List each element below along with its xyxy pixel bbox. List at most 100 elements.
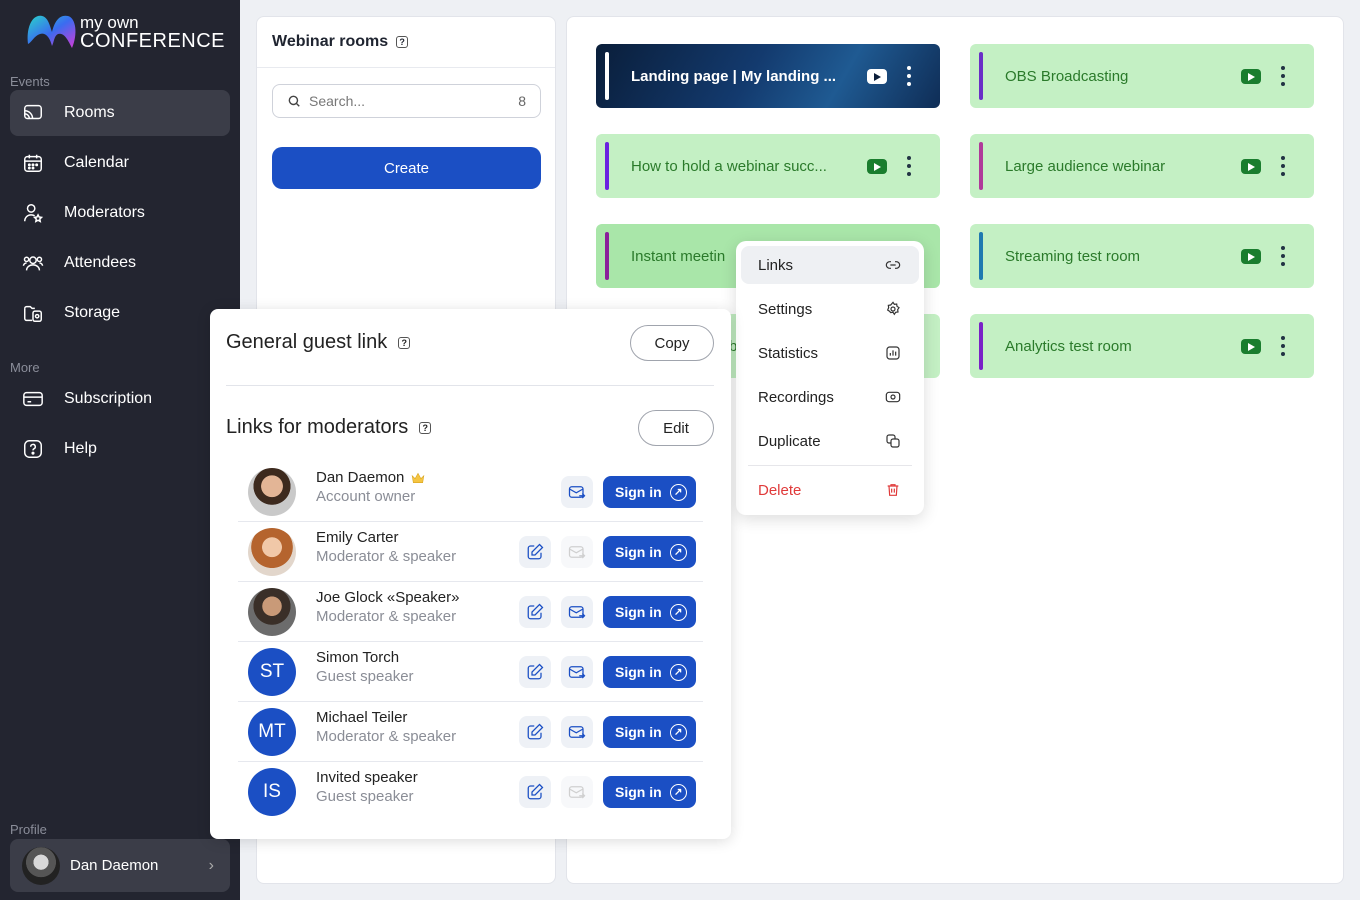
duplicate-icon [886,434,900,448]
menu-item-statistics[interactable]: Statistics [741,334,919,372]
sidebar: my own CONFERENCE Events Rooms Calendar … [0,0,240,900]
sidebar-item-help[interactable]: Help [10,426,230,472]
room-accent-bar [605,142,609,190]
edit-icon [527,603,544,620]
create-button[interactable]: Create [272,147,541,189]
room-accent-bar [979,232,983,280]
more-options-icon[interactable] [1280,336,1286,356]
edit-button[interactable]: Edit [638,410,714,446]
sidebar-item-storage[interactable]: Storage [10,290,230,336]
moderator-row: Dan Daemon Account owner Sign in ↗ [238,462,703,522]
sign-in-button[interactable]: Sign in ↗ [603,536,696,568]
send-link-button[interactable] [561,716,593,748]
edit-link-button[interactable] [519,716,551,748]
menu-item-duplicate[interactable]: Duplicate [741,422,919,460]
sign-in-button[interactable]: Sign in ↗ [603,596,696,628]
room-accent-bar [979,322,983,370]
events-section-label: Events [10,74,50,89]
moderator-role: Guest speaker [316,788,414,805]
sidebar-item-label: Help [64,440,97,457]
sign-in-label: Sign in [615,544,662,560]
youtube-icon [1241,249,1261,264]
moderator-name: Simon Torch [316,649,400,666]
room-card[interactable]: Landing page | My landing ... [596,44,940,108]
menu-item-label: Links [758,256,794,274]
moderator-role: Moderator & speaker [316,728,457,745]
sidebar-item-calendar[interactable]: Calendar [10,140,230,186]
logo-text-line2: CONFERENCE [80,30,226,52]
panel-header: Webinar rooms ? [257,17,555,68]
sign-in-label: Sign in [615,784,662,800]
mail-send-icon [568,726,586,739]
edit-link-button[interactable] [519,536,551,568]
sidebar-item-rooms[interactable]: Rooms [10,90,230,136]
arrow-up-right-icon: ↗ [669,783,687,801]
logo-mark-icon [27,15,76,48]
menu-item-settings[interactable]: Settings [741,290,919,328]
edit-icon [527,783,544,800]
send-link-button[interactable] [561,656,593,688]
help-icon[interactable]: ? [398,336,411,349]
send-link-button[interactable] [561,596,593,628]
app-logo[interactable]: my own CONFERENCE [24,10,226,56]
moderator-name: Joe Glock «Speaker» [316,589,460,606]
room-card[interactable]: Streaming test room [970,224,1314,288]
sign-in-button[interactable]: Sign in ↗ [603,716,696,748]
sidebar-item-attendees[interactable]: Attendees [10,240,230,286]
more-options-icon[interactable] [1280,246,1286,266]
youtube-icon [1241,69,1261,84]
copy-button[interactable]: Copy [630,325,714,361]
panel-title: Webinar rooms [272,33,389,50]
menu-item-label: Delete [758,481,802,499]
divider [226,385,714,386]
sidebar-item-label: Subscription [64,390,153,407]
more-options-icon[interactable] [1280,66,1286,86]
moderator-row: Joe Glock «Speaker» Moderator & speaker … [238,582,703,642]
moderator-links-title-text: Links for moderators [226,416,409,438]
avatar [248,588,296,636]
links-popup: General guest link ? Copy Links for mode… [210,309,731,839]
attendees-icon [22,256,44,271]
send-link-button[interactable] [561,536,593,568]
menu-item-links[interactable]: Links [741,246,919,284]
send-link-button[interactable] [561,476,593,508]
mail-send-icon [568,546,586,559]
menu-item-label: Recordings [758,388,834,406]
edit-link-button[interactable] [519,596,551,628]
youtube-icon [867,69,887,84]
crown-icon [412,472,425,483]
profile-name: Dan Daemon [70,857,159,874]
sign-in-button[interactable]: Sign in ↗ [603,656,696,688]
room-card[interactable]: OBS Broadcasting [970,44,1314,108]
search-input[interactable] [309,93,499,109]
moderator-row: IS Invited speaker Guest speaker Sign in… [238,762,703,822]
more-options-icon[interactable] [1280,156,1286,176]
arrow-up-right-icon: ↗ [669,543,687,561]
menu-item-recordings[interactable]: Recordings [741,378,919,416]
sidebar-item-subscription[interactable]: Subscription [10,376,230,422]
record-icon [885,391,901,403]
menu-item-delete[interactable]: Delete [741,471,919,509]
sidebar-item-moderators[interactable]: Moderators [10,190,230,236]
youtube-icon [867,159,887,174]
search-icon [288,95,300,107]
more-options-icon[interactable] [906,66,912,86]
help-icon[interactable]: ? [396,36,409,48]
edit-icon [527,543,544,560]
room-accent-bar [979,142,983,190]
profile-button[interactable]: Dan Daemon › [10,839,230,892]
more-options-icon[interactable] [906,156,912,176]
sign-in-label: Sign in [615,664,662,680]
sign-in-button[interactable]: Sign in ↗ [603,476,696,508]
help-icon [24,440,42,458]
send-link-button[interactable] [561,776,593,808]
room-card[interactable]: Analytics test room [970,314,1314,378]
sign-in-button[interactable]: Sign in ↗ [603,776,696,808]
help-icon[interactable]: ? [419,421,432,434]
edit-link-button[interactable] [519,776,551,808]
edit-link-button[interactable] [519,656,551,688]
room-card[interactable]: Large audience webinar [970,134,1314,198]
room-name: Streaming test room [1005,247,1141,265]
moderator-role: Moderator & speaker [316,548,457,565]
room-card[interactable]: How to hold a webinar succ... [596,134,940,198]
